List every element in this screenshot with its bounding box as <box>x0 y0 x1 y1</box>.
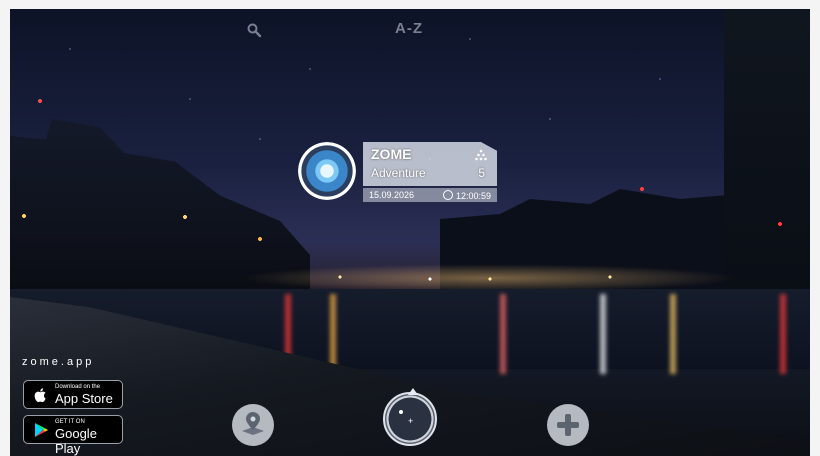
zone-meta-bar: 15.09.2026 12:00:59 <box>363 188 497 202</box>
compass-arrow-icon <box>408 388 418 395</box>
plus-icon <box>557 414 579 436</box>
zone-title: ZOME <box>371 146 412 162</box>
zone-avatar[interactable] <box>298 142 356 200</box>
google-play-icon <box>35 423 48 437</box>
brand-url[interactable]: zome.app <box>22 356 94 368</box>
sort-az-button[interactable]: A-Z <box>395 20 423 37</box>
zone-info-panel[interactable]: ZOME Adventure 5 <box>363 142 497 186</box>
zone-marker[interactable]: ZOME Adventure 5 15.09.2026 12:00:59 <box>298 140 508 212</box>
top-bar: A-Z <box>10 9 810 49</box>
compass-dot <box>399 410 403 414</box>
zone-member-count: 5 <box>478 166 485 180</box>
app-store-text: App Store <box>55 391 113 406</box>
app-store-small-text: Download on the <box>55 384 101 390</box>
crosshair-icon: + <box>408 416 414 426</box>
compass-button[interactable]: + <box>383 388 437 446</box>
apple-icon <box>34 388 46 403</box>
zone-category: Adventure <box>371 166 426 180</box>
people-icon <box>475 149 487 161</box>
zone-time: 12:00:59 <box>455 191 491 201</box>
google-play-small-text: GET IT ON <box>55 419 85 425</box>
zone-time-group: 12:00:59 <box>442 189 491 201</box>
clock-icon <box>442 190 453 200</box>
search-icon[interactable] <box>246 22 262 38</box>
google-play-badge[interactable]: GET IT ON Google Play <box>23 415 123 456</box>
add-button[interactable] <box>547 404 589 446</box>
app-store-badge[interactable]: Download on the App Store <box>23 380 123 409</box>
map-pin-button[interactable] <box>232 404 274 446</box>
map-pin-icon <box>242 412 264 435</box>
zone-date: 15.09.2026 <box>369 190 415 200</box>
google-play-text: Google Play <box>55 426 97 456</box>
